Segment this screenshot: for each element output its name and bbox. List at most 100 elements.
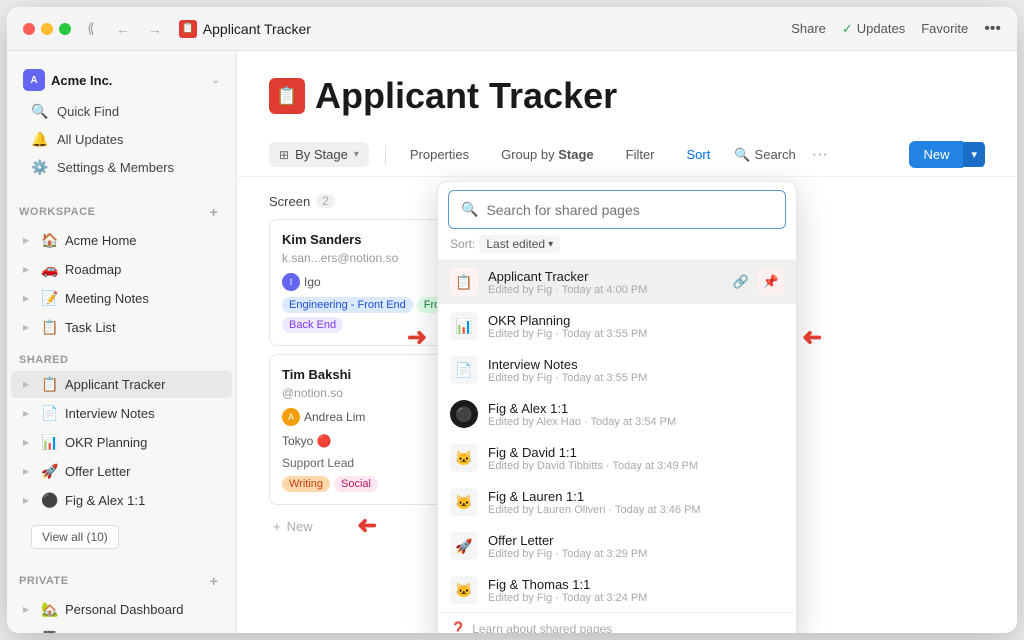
view-selector[interactable]: ⊞ By Stage ▾	[269, 142, 369, 167]
updates-button[interactable]: ✓ Updates	[842, 21, 905, 37]
sort-button[interactable]: Sort	[679, 143, 719, 166]
item-info: Fig & Lauren 1:1 Edited by Lauren Oliver…	[488, 489, 718, 516]
view-all-container: View all (10)	[7, 515, 236, 559]
copy-link-button[interactable]: 🔗	[728, 269, 754, 295]
copy-link-button[interactable]: 🔗	[728, 577, 754, 603]
back-button[interactable]: ←	[111, 17, 135, 41]
search-input-icon: 🔍	[461, 201, 478, 218]
task-list-icon: 📋	[41, 319, 59, 336]
copy-link-button[interactable]: 🔗	[728, 313, 754, 339]
pin-button[interactable]: 📌	[758, 577, 784, 603]
pin-button[interactable]: 📌	[758, 533, 784, 559]
sidebar-item-all-updates[interactable]: 🔔 All Updates	[19, 126, 224, 153]
dropdown-item-fig-thomas[interactable]: 🐱 Fig & Thomas 1:1 Edited by Fig · Today…	[438, 568, 796, 612]
private-add-button[interactable]: +	[204, 571, 224, 591]
view-all-button[interactable]: View all (10)	[31, 525, 119, 549]
new-record-button: New ▾	[909, 141, 985, 168]
dropdown-item-fig-lauren[interactable]: 🐱 Fig & Lauren 1:1 Edited by Lauren Oliv…	[438, 480, 796, 524]
group-by-button[interactable]: Group by Stage	[493, 143, 602, 166]
sidebar-item-personal-dashboard[interactable]: ▶ 🏡 Personal Dashboard	[11, 596, 232, 623]
sidebar-item-settings[interactable]: ⚙️ Settings & Members	[19, 154, 224, 181]
view-icon: ⊞	[279, 148, 289, 162]
copy-link-button[interactable]: 🔗	[728, 489, 754, 515]
forward-button[interactable]: →	[143, 17, 167, 41]
pin-button[interactable]: 📌	[758, 445, 784, 471]
content-area: 📋 Applicant Tracker ⊞ By Stage ▾ Propert…	[237, 51, 1017, 633]
dropdown-item-fig-david[interactable]: 🐱 Fig & David 1:1 Edited by David Tibbit…	[438, 436, 796, 480]
expand-icon: ▶	[23, 438, 35, 447]
pin-button[interactable]: 📌	[758, 313, 784, 339]
app-window: ⟪ ← → 📋 Applicant Tracker Share ✓ Update…	[7, 7, 1017, 633]
page-title: Applicant Tracker	[315, 75, 617, 117]
dropdown-item-offer-letter[interactable]: 🚀 Offer Letter Edited by Fig · Today at …	[438, 524, 796, 568]
sidebar-item-roadmap[interactable]: ▶ 🚗 Roadmap	[11, 256, 232, 283]
expand-icon: ▶	[23, 467, 35, 476]
sort-chevron-icon: ▾	[548, 239, 553, 250]
sort-selector[interactable]: Last edited ▾	[479, 235, 560, 253]
pin-button[interactable]: 📌	[758, 489, 784, 515]
item-icon: 📄	[450, 356, 478, 384]
dropdown-list: 📋 Applicant Tracker Edited by Fig · Toda…	[438, 260, 796, 612]
copy-link-button[interactable]: 🔗	[728, 533, 754, 559]
expand-icon: ▶	[23, 323, 35, 332]
item-info: Offer Letter Edited by Fig · Today at 3:…	[488, 533, 718, 560]
sidebar-item-quick-find[interactable]: 🔍 Quick Find	[19, 98, 224, 125]
personal-dashboard-icon: 🏡	[41, 601, 59, 618]
sidebar-item-okr-planning[interactable]: ▶ 📊 OKR Planning	[11, 429, 232, 456]
dropdown-item-fig-alex[interactable]: ⚫ Fig & Alex 1:1 Edited by Alex Hao · To…	[438, 392, 796, 436]
sidebar-item-acme-home[interactable]: ▶ 🏠 Acme Home	[11, 227, 232, 254]
sidebar-item-task-list[interactable]: ▶ 📋 Task List	[11, 314, 232, 341]
search-input[interactable]	[486, 202, 773, 218]
more-options-button[interactable]: •••	[984, 20, 1001, 38]
search-button[interactable]: 🔍 Search	[734, 147, 795, 163]
person-avatar: A	[282, 408, 300, 426]
item-info: Interview Notes Edited by Fig · Today at…	[488, 357, 718, 384]
roadmap-icon: 🚗	[41, 261, 59, 278]
share-button[interactable]: Share	[791, 21, 826, 36]
toolbar-more-button[interactable]: ···	[812, 146, 828, 164]
maximize-button[interactable]	[59, 23, 71, 35]
sidebar: A Acme Inc. ⌄ 🔍 Quick Find 🔔 All Updates…	[7, 51, 237, 633]
shared-section-header: SHARED	[7, 342, 236, 370]
okr-planning-icon: 📊	[41, 434, 59, 451]
copy-link-button[interactable]: 🔗	[728, 401, 754, 427]
dropdown-item-interview-notes[interactable]: 📄 Interview Notes Edited by Fig · Today …	[438, 348, 796, 392]
item-info: Fig & Alex 1:1 Edited by Alex Hao · Toda…	[488, 401, 718, 428]
new-button-chevron[interactable]: ▾	[963, 142, 985, 167]
person-avatar: I	[282, 273, 300, 291]
offer-letter-icon: 🚀	[41, 463, 59, 480]
settings-label: Settings & Members	[57, 160, 174, 175]
tag: Engineering - Front End	[282, 297, 413, 313]
dropdown-item-okr-planning[interactable]: 📊 OKR Planning Edited by Fig · Today at …	[438, 304, 796, 348]
workspace-header[interactable]: A Acme Inc. ⌄	[15, 63, 228, 97]
tag: Social	[334, 476, 378, 492]
sidebar-item-figs-scratchpad[interactable]: ▶ 📓 Fig's Scratchpad	[11, 625, 232, 633]
minimize-button[interactable]	[41, 23, 53, 35]
help-icon: ❓	[450, 621, 466, 633]
page-header: 📋 Applicant Tracker	[237, 51, 1017, 133]
sidebar-item-applicant-tracker[interactable]: ▶ 📋 Applicant Tracker	[11, 371, 232, 398]
sidebar-item-meeting-notes[interactable]: ▶ 📝 Meeting Notes	[11, 285, 232, 312]
sidebar-collapse-button[interactable]: ⟪	[87, 20, 95, 37]
dropdown-item-applicant-tracker[interactable]: 📋 Applicant Tracker Edited by Fig · Toda…	[438, 260, 796, 304]
sidebar-item-interview-notes[interactable]: ▶ 📄 Interview Notes	[11, 400, 232, 427]
sidebar-item-fig-alex[interactable]: ▶ ⚫ Fig & Alex 1:1	[11, 487, 232, 514]
workspace-section-header: WORKSPACE +	[7, 190, 236, 226]
pin-button[interactable]: 📌	[758, 357, 784, 383]
copy-link-button[interactable]: 🔗	[728, 445, 754, 471]
fig-alex-icon: ⚫	[41, 492, 59, 509]
sidebar-item-offer-letter[interactable]: ▶ 🚀 Offer Letter	[11, 458, 232, 485]
close-button[interactable]	[23, 23, 35, 35]
favorite-button[interactable]: Favorite	[921, 21, 968, 36]
new-button-main[interactable]: New	[909, 141, 963, 168]
pin-button[interactable]: 📌	[758, 269, 784, 295]
item-icon: 📋	[450, 268, 478, 296]
copy-link-button[interactable]: 🔗	[728, 357, 754, 383]
workspace-add-button[interactable]: +	[204, 202, 224, 222]
pin-button[interactable]: 📌	[758, 401, 784, 427]
dropdown-footer[interactable]: ❓ Learn about shared pages	[438, 612, 796, 633]
properties-button[interactable]: Properties	[402, 143, 477, 166]
view-label: By Stage	[295, 147, 348, 162]
expand-icon: ▶	[23, 294, 35, 303]
filter-button[interactable]: Filter	[618, 143, 663, 166]
